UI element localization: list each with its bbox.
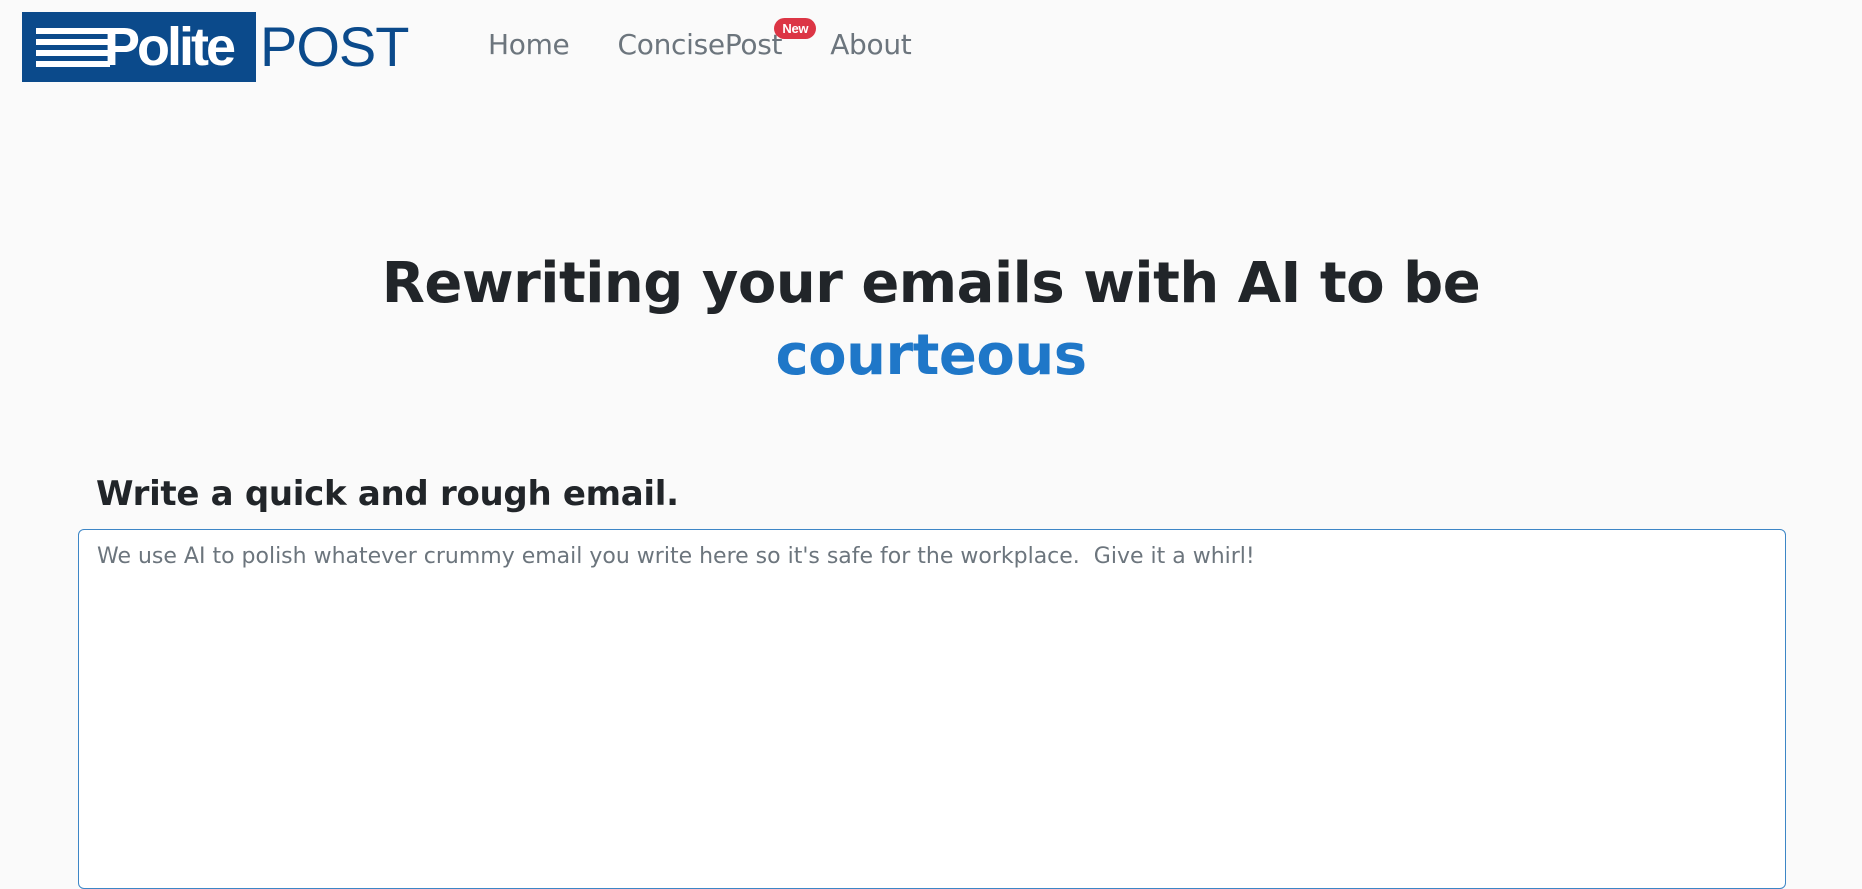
logo-mark: Polite bbox=[22, 12, 256, 82]
email-textarea[interactable] bbox=[78, 529, 1786, 889]
nav-link-concisepost-label: ConcisePost bbox=[617, 28, 783, 61]
hero-section: Rewriting your emails with AI to be cour… bbox=[0, 248, 1862, 392]
logo-stripes-icon bbox=[36, 28, 110, 68]
logo-text-post: POST bbox=[260, 15, 409, 78]
nav-links: Home ConcisePost New About bbox=[488, 18, 912, 61]
hero-title-highlight: courteous bbox=[775, 323, 1087, 388]
top-navbar: Polite POST Home ConcisePost New About bbox=[0, 0, 1862, 96]
new-badge: New bbox=[774, 18, 817, 39]
nav-link-home[interactable]: Home bbox=[488, 28, 570, 61]
nav-link-concisepost[interactable]: ConcisePost New bbox=[617, 18, 817, 61]
hero-title-line: Rewriting your emails with AI to be bbox=[381, 251, 1481, 316]
email-input-label: Write a quick and rough email. bbox=[96, 474, 679, 514]
hero-title: Rewriting your emails with AI to be cour… bbox=[0, 248, 1862, 392]
nav-link-about[interactable]: About bbox=[830, 28, 912, 61]
politepost-logo[interactable]: Polite POST bbox=[22, 12, 409, 82]
logo-text-polite: Polite bbox=[104, 17, 236, 77]
